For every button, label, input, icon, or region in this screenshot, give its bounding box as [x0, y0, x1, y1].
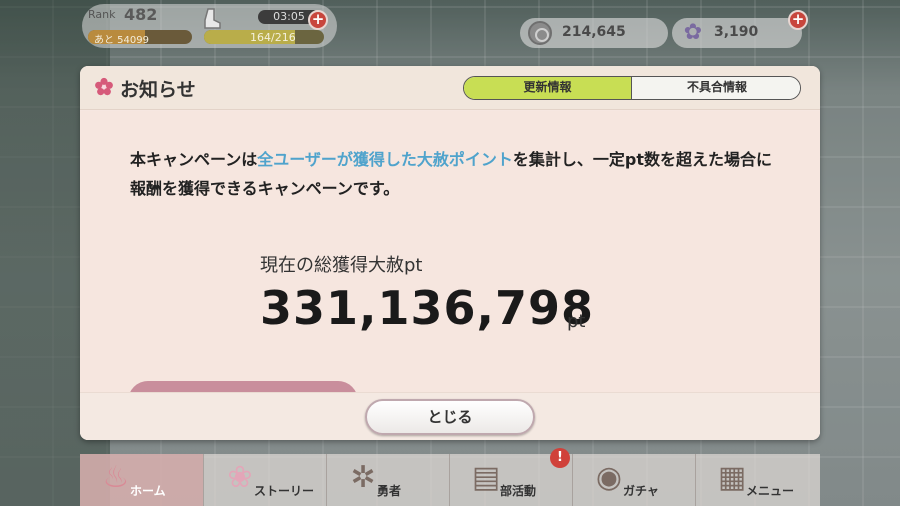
nav-menu[interactable]: ▦ メニュー: [695, 454, 818, 506]
modal-body[interactable]: 本キャンペーンは全ユーザーが獲得した大赦ポイントを集計し、一定pt数を超えた場合…: [80, 111, 820, 440]
description-highlight: 全ユーザーが獲得した大赦ポイント: [257, 150, 513, 169]
modal-title: お知らせ: [120, 79, 196, 101]
story-icon: ❀: [227, 460, 253, 495]
hero-icon: ✲: [350, 460, 376, 495]
total-points-value: 331,136,798: [260, 281, 595, 335]
nav-home[interactable]: ♨ ホーム: [80, 454, 203, 506]
total-points-label: 現在の総獲得大赦pt: [260, 255, 423, 276]
coin-value: 214,645: [562, 24, 626, 40]
boot-icon: [204, 8, 221, 29]
notice-tabs: 更新情報 不具合情報: [463, 76, 801, 100]
sakura-icon: [95, 77, 113, 96]
home-icon: ♨: [102, 460, 130, 495]
total-points-unit: pt: [567, 311, 586, 332]
nav-hero[interactable]: ✲ 勇者: [326, 454, 449, 506]
rank-label: Rank: [88, 8, 116, 21]
gem-counter: ✿ 3,190: [672, 18, 802, 48]
menu-icon: ▦: [717, 460, 747, 495]
description-text-1: 本キャンペーンは: [130, 150, 258, 169]
nav-gacha[interactable]: ◉ ガチャ: [572, 454, 695, 506]
nav-menu-label: メニュー: [746, 484, 795, 498]
club-icon: ▤: [471, 460, 501, 495]
nav-home-label: ホーム: [130, 484, 166, 498]
nav-story-label: ストーリー: [254, 484, 315, 498]
gacha-icon: ◉: [595, 460, 623, 495]
club-alert-badge: !: [550, 448, 570, 468]
nav-story[interactable]: ❀ ストーリー: [203, 454, 326, 506]
rank-next-exp: あと 54099: [94, 35, 149, 46]
flower-gem-icon: ✿: [683, 20, 703, 45]
stamina-value: 164/216: [250, 31, 296, 44]
tab-bug-reports[interactable]: 不具合情報: [632, 77, 800, 99]
modal-header: お知らせ 更新情報 不具合情報: [80, 66, 820, 110]
nav-hero-label: 勇者: [377, 484, 402, 498]
coin-icon: [528, 21, 552, 45]
close-button[interactable]: とじる: [365, 399, 535, 435]
bottom-navigation: ♨ ホーム ❀ ストーリー ✲ 勇者 ▤ 部活動 ◉ ガチャ ▦ メニュー !: [80, 448, 820, 506]
rank-stamina-panel: Rank 482 あと 54099 03:05 164/216: [82, 4, 337, 48]
tab-updates[interactable]: 更新情報: [464, 77, 632, 99]
coin-counter: 214,645: [520, 18, 668, 48]
modal-footer: とじる: [80, 392, 820, 440]
notice-modal: お知らせ 更新情報 不具合情報 本キャンペーンは全ユーザーが獲得した大赦ポイント…: [80, 66, 820, 440]
campaign-description: 本キャンペーンは全ユーザーが獲得した大赦ポイントを集計し、一定pt数を超えた場合…: [130, 145, 780, 203]
rank-value: 482: [124, 5, 158, 24]
gem-value: 3,190: [714, 24, 759, 40]
add-stamina-button[interactable]: +: [308, 10, 328, 30]
nav-club-label: 部活動: [500, 484, 537, 498]
nav-gacha-label: ガチャ: [623, 484, 659, 498]
add-gem-button[interactable]: +: [788, 10, 808, 30]
